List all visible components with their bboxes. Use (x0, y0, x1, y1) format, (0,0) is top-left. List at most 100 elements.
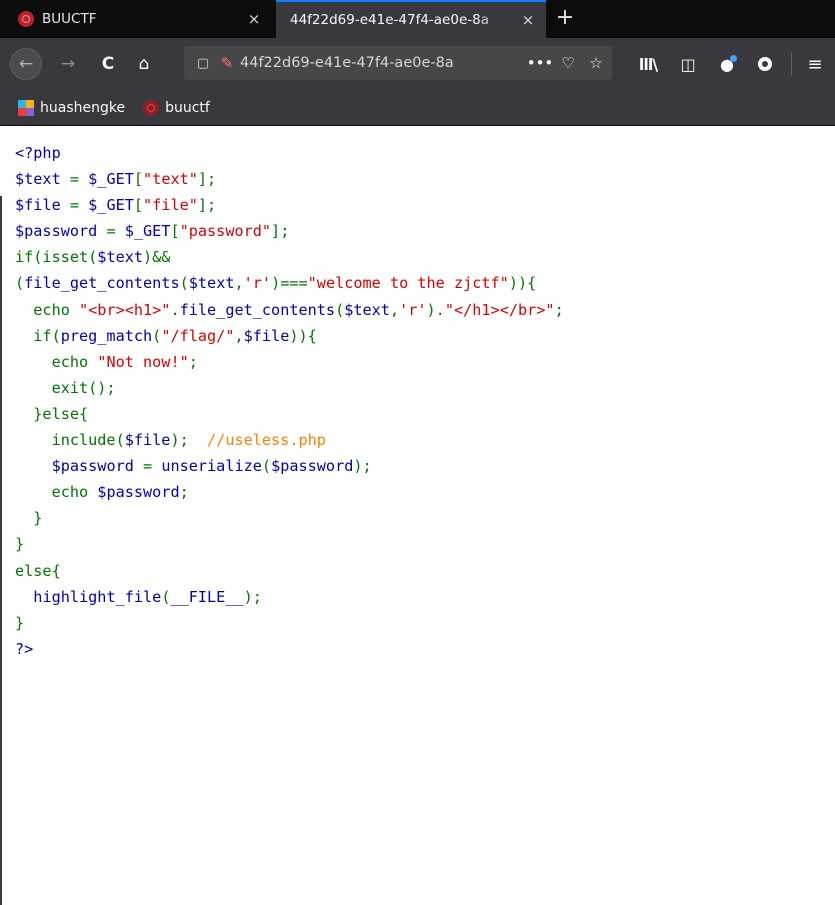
account-icon[interactable]: ● (712, 48, 742, 80)
code-token: "password" (179, 222, 272, 241)
code-token: [ (133, 196, 144, 215)
buuctf-favicon-icon (18, 11, 34, 27)
code-line: echo "Not now!"; (15, 349, 564, 375)
code-token: [ (170, 222, 180, 241)
code-token: echo (15, 300, 80, 319)
code-token: "<br><h1>" (79, 300, 171, 319)
back-button[interactable]: ← (10, 48, 42, 80)
extension-icon[interactable] (750, 48, 780, 80)
code-token: ( (261, 457, 272, 476)
code-token: . (170, 300, 180, 319)
code-token: ?> (15, 639, 34, 658)
code-token: ; (554, 300, 564, 319)
bookmark-label: huashengke (40, 99, 126, 116)
code-line: <?php (15, 140, 564, 166)
code-token: preg_match (60, 326, 153, 345)
bookmark-buuctf[interactable]: buuctf (143, 99, 210, 116)
code-token: ; (188, 352, 198, 371)
code-line: $password = unserialize($password); (15, 453, 564, 479)
forward-button[interactable]: → (52, 48, 84, 80)
code-token: ]; (271, 222, 290, 241)
code-token: ]; (197, 170, 217, 189)
url-text[interactable]: 44f22d69-e41e-47f4-ae0e-8a (240, 55, 526, 71)
code-token: if(isset( (15, 248, 98, 267)
code-token: ); (170, 431, 208, 450)
code-token: $password (15, 222, 98, 241)
code-token: $text (188, 274, 235, 293)
favicon-part (26, 107, 34, 116)
code-token: include( (15, 431, 125, 450)
code-token: echo (15, 352, 98, 371)
code-line: } (15, 505, 564, 531)
code-token: $file (124, 431, 171, 450)
code-token: unserialize (161, 457, 262, 476)
page-actions-icon[interactable]: ••• (526, 54, 554, 72)
library-icon[interactable]: lll\ (633, 48, 663, 80)
code-token: )=== (271, 274, 308, 293)
reload-button[interactable]: C (92, 48, 124, 80)
code-token: "welcome to the zjctf" (307, 274, 509, 293)
code-token: file_get_contents (24, 274, 180, 293)
shield-icon[interactable]: ▢ (192, 56, 214, 71)
code-token: $file (15, 196, 61, 215)
favicon-part (26, 99, 34, 108)
buuctf-favicon-icon (143, 99, 160, 116)
tab-buuctf[interactable]: BUUCTF × (4, 0, 272, 38)
code-line: echo "<br><h1>".file_get_contents($text,… (15, 297, 564, 323)
code-line: else{ (15, 558, 564, 584)
code-token: "Not now!" (97, 352, 189, 371)
new-tab-button[interactable]: + (552, 5, 578, 31)
page-content: <?php $text = $_GET["text"]; $file = $_GET… (0, 126, 835, 905)
code-token: highlight_file (33, 587, 162, 606)
code-token: file_get_contents (179, 300, 336, 319)
home-button[interactable]: ⌂ (128, 48, 160, 80)
code-line: highlight_file(__FILE__); (15, 584, 564, 610)
code-line: ?> (15, 636, 564, 662)
bookmark-label: buuctf (165, 99, 210, 116)
code-token: "text" (143, 170, 198, 189)
favicon-part (18, 107, 26, 116)
code-token: )){ (508, 274, 537, 293)
tab-title: 44f22d69-e41e-47f4-ae0e-8a (290, 12, 489, 28)
code-token: "/flag/" (161, 326, 235, 345)
bookmark-huashengke[interactable]: huashengke (18, 99, 126, 116)
code-line: echo $password; (15, 479, 564, 505)
code-token: , (389, 300, 400, 319)
code-line: if(preg_match("/flag/",$file)){ (15, 323, 564, 349)
bookmark-star-icon[interactable]: ☆ (582, 54, 610, 72)
code-line: include($file); //useless.php (15, 427, 564, 453)
code-token: $_GET (88, 170, 134, 189)
code-token: 'r' (243, 274, 272, 293)
code-token: ( (335, 300, 345, 319)
code-token: $_GET (124, 222, 171, 241)
code-token: = (60, 196, 89, 215)
window-edge (0, 196, 2, 905)
code-line: } (15, 610, 564, 636)
extension-ring-icon (758, 57, 772, 71)
code-line: (file_get_contents($text,'r')==="welcome… (15, 270, 564, 296)
code-line: $text = $_GET["text"]; (15, 166, 564, 192)
close-tab-icon[interactable]: × (246, 10, 262, 28)
toolbar-separator (791, 52, 792, 76)
tab-challenge[interactable]: 44f22d69-e41e-47f4-ae0e-8a × (276, 0, 546, 38)
code-token: $password (271, 457, 354, 476)
code-token: [ (133, 170, 144, 189)
url-bar[interactable]: ▢ ✎ 44f22d69-e41e-47f4-ae0e-8a ••• ♡ ☆ (184, 46, 612, 80)
close-tab-icon[interactable]: × (520, 11, 536, 29)
code-token: ( (15, 274, 25, 293)
code-token: ); (243, 587, 262, 606)
code-token: } (15, 613, 25, 632)
code-token: "</h1></br>" (444, 300, 555, 319)
menu-icon[interactable]: ≡ (800, 48, 830, 80)
code-token: 'r' (399, 300, 427, 319)
code-token: "file" (143, 196, 198, 215)
code-token: $text (97, 248, 144, 267)
code-token: , (234, 274, 244, 293)
insecure-lock-icon[interactable]: ✎ (214, 54, 240, 72)
code-token: $text (344, 300, 390, 319)
sidebar-icon[interactable]: ◫ (673, 48, 703, 80)
pocket-icon[interactable]: ♡ (554, 54, 582, 72)
code-token: ). (426, 300, 445, 319)
